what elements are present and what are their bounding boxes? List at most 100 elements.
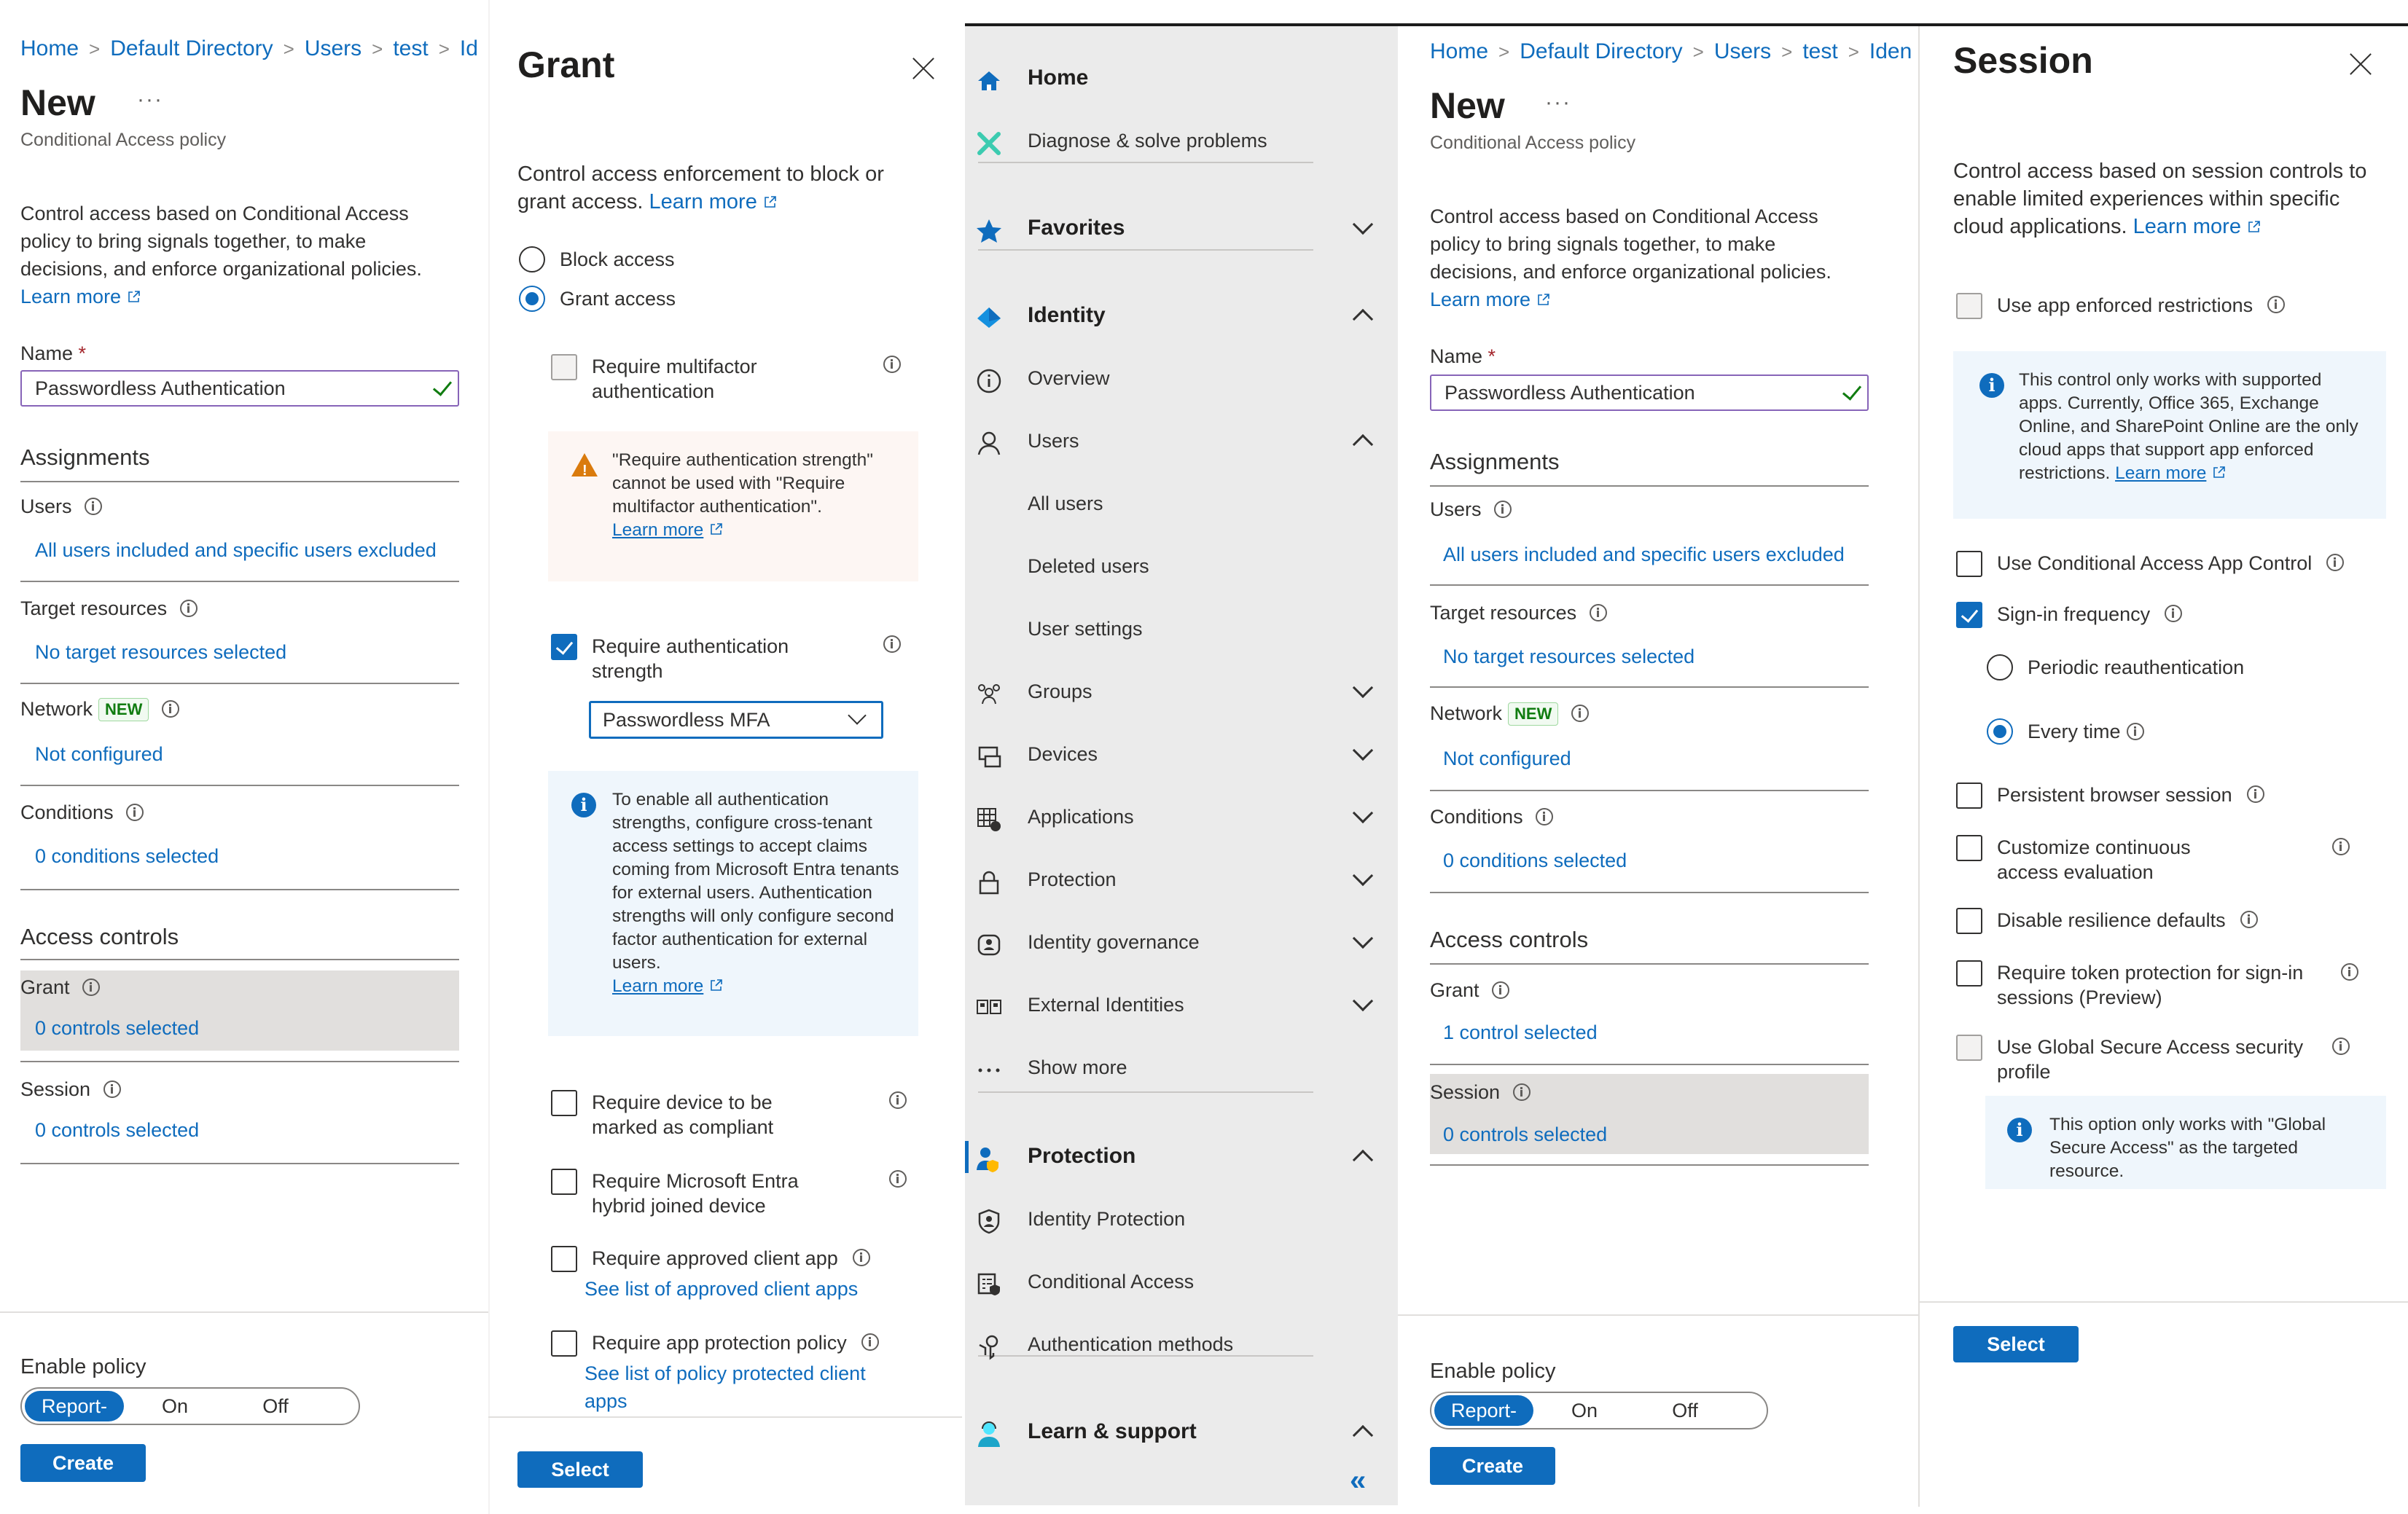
sidebar-item-protection[interactable]: Protection: [965, 854, 1398, 905]
breadcrumb-default-directory[interactable]: Default Directory: [110, 36, 273, 60]
checkbox-checked[interactable]: [551, 634, 577, 660]
more-options-button[interactable]: ···: [137, 87, 163, 112]
radio-every-time[interactable]: Every time: [1987, 718, 2144, 745]
toggle-report-only[interactable]: Report-only: [1434, 1395, 1533, 1452]
sidebar-item-show-more[interactable]: Show more: [965, 1042, 1398, 1093]
learn-more-link[interactable]: Learn more: [2133, 215, 2262, 238]
enable-policy-toggle[interactable]: Report-only On Off: [1430, 1392, 1768, 1452]
sidebar-item-user-settings[interactable]: User settings: [965, 603, 1398, 654]
toggle-on[interactable]: On: [124, 1391, 226, 1421]
more-options-button[interactable]: ···: [1545, 90, 1571, 115]
sidebar-item-devices[interactable]: Devices: [965, 729, 1398, 780]
chevron-up-icon[interactable]: [1352, 1149, 1374, 1171]
enable-policy-toggle[interactable]: Report-only On Off: [20, 1387, 360, 1448]
sidebar-item-diagnose-solve-problems[interactable]: Diagnose & solve problems: [965, 115, 1398, 166]
info-icon[interactable]: [1536, 808, 1554, 825]
radio-button-selected[interactable]: [1987, 718, 2013, 745]
info-icon[interactable]: [1589, 604, 1607, 621]
info-icon[interactable]: [2240, 911, 2258, 928]
checkbox[interactable]: [551, 1169, 577, 1195]
radio-block-access[interactable]: Block access: [519, 246, 675, 272]
conditions-value-link[interactable]: 0 conditions selected: [1443, 850, 1627, 872]
protected-apps-link[interactable]: See list of policy protected client apps: [585, 1360, 891, 1415]
checkbox[interactable]: [551, 1330, 577, 1357]
sidebar-item-identity-governance[interactable]: Identity governance: [965, 917, 1398, 968]
checkbox[interactable]: [1956, 1035, 1982, 1061]
breadcrumb-users[interactable]: Users: [305, 36, 361, 60]
info-icon[interactable]: [852, 1249, 870, 1266]
auth-strength-dropdown[interactable]: Passwordless MFA: [589, 701, 883, 739]
option-disable-resilience-defaults[interactable]: Disable resilience defaults: [1956, 908, 2258, 934]
collapse-sidebar-button[interactable]: «: [1350, 1464, 1366, 1497]
target-resources-value-link[interactable]: No target resources selected: [35, 641, 286, 664]
info-icon[interactable]: [1512, 1083, 1531, 1101]
info-icon[interactable]: [2332, 1038, 2350, 1055]
chevron-down-icon[interactable]: [1352, 927, 1374, 949]
checkbox[interactable]: [551, 354, 577, 380]
select-button[interactable]: Select: [1953, 1326, 2079, 1362]
learn-more-link[interactable]: Learn more: [20, 286, 141, 307]
option-require-compliant-device[interactable]: Require device to be marked as compliant: [551, 1090, 907, 1140]
info-icon[interactable]: [1571, 705, 1589, 722]
chevron-up-icon[interactable]: [1352, 1424, 1374, 1446]
chevron-down-icon[interactable]: [1352, 740, 1374, 761]
radio-button[interactable]: [519, 246, 545, 272]
breadcrumb-identity[interactable]: Iden: [1869, 39, 1912, 63]
info-icon[interactable]: [161, 700, 179, 718]
info-icon[interactable]: [889, 1091, 907, 1109]
name-input[interactable]: Passwordless Authentication: [1430, 374, 1869, 411]
info-icon[interactable]: [2332, 838, 2350, 855]
option-require-hybrid-joined[interactable]: Require Microsoft Entra hybrid joined de…: [551, 1169, 907, 1218]
sidebar-item-favorites[interactable]: Favorites: [965, 203, 1398, 254]
checkbox[interactable]: [551, 1090, 577, 1116]
option-require-app-protection[interactable]: Require app protection policy: [551, 1330, 879, 1357]
info-icon[interactable]: [82, 978, 101, 996]
sidebar-item-identity-protection[interactable]: Identity Protection: [965, 1193, 1398, 1244]
session-value-link[interactable]: 0 controls selected: [1443, 1123, 1607, 1146]
sidebar-item-authentication-methods[interactable]: Authentication methods: [965, 1319, 1398, 1370]
info-icon[interactable]: [126, 804, 144, 821]
info-icon[interactable]: [2246, 785, 2264, 803]
checkbox[interactable]: [1956, 783, 1982, 809]
breadcrumb-home[interactable]: Home: [20, 36, 79, 60]
app-enforced-learn-more-link[interactable]: Learn more: [2115, 463, 2227, 483]
sidebar-item-identity[interactable]: Identity: [965, 290, 1398, 341]
option-app-enforced-restrictions[interactable]: Use app enforced restrictions: [1956, 293, 2286, 319]
network-value-link[interactable]: Not configured: [1443, 748, 1571, 770]
radio-button[interactable]: [1987, 654, 2013, 680]
sidebar-item-conditional-access[interactable]: Conditional Access: [965, 1256, 1398, 1307]
sidebar-item-protection[interactable]: Protection: [965, 1131, 1398, 1182]
grant-value-link[interactable]: 1 control selected: [1443, 1021, 1598, 1044]
toggle-on[interactable]: On: [1533, 1395, 1635, 1426]
close-icon[interactable]: [911, 55, 936, 80]
info-icon[interactable]: [1492, 981, 1510, 999]
select-button[interactable]: Select: [517, 1451, 643, 1488]
sidebar-item-users[interactable]: Users: [965, 415, 1398, 466]
chevron-down-icon[interactable]: [1352, 990, 1374, 1012]
info-icon[interactable]: [2341, 963, 2358, 981]
approved-apps-link[interactable]: See list of approved client apps: [585, 1278, 858, 1301]
sidebar-item-deleted-users[interactable]: Deleted users: [965, 541, 1398, 592]
sidebar-item-home[interactable]: Home: [965, 52, 1398, 103]
sidebar-item-all-users[interactable]: All users: [965, 478, 1398, 529]
grant-value-link[interactable]: 0 controls selected: [35, 1017, 199, 1040]
checkbox[interactable]: [1956, 835, 1982, 861]
chevron-down-icon[interactable]: [1352, 213, 1374, 235]
radio-grant-access[interactable]: Grant access: [519, 286, 676, 312]
session-value-link[interactable]: 0 controls selected: [35, 1119, 199, 1142]
checkbox-checked[interactable]: [1956, 602, 1982, 628]
option-global-secure-access[interactable]: Use Global Secure Access security profil…: [1956, 1035, 2350, 1084]
info-icon[interactable]: [85, 498, 103, 515]
conditions-value-link[interactable]: 0 conditions selected: [35, 845, 219, 868]
close-icon[interactable]: [2348, 51, 2373, 76]
checkbox[interactable]: [1956, 551, 1982, 577]
sidebar-item-external-identities[interactable]: External Identities: [965, 979, 1398, 1030]
learn-more-link[interactable]: Learn more: [649, 190, 778, 213]
info-icon[interactable]: [2165, 605, 2183, 622]
checkbox[interactable]: [1956, 293, 1982, 319]
option-require-approved-app[interactable]: Require approved client app: [551, 1246, 870, 1272]
toggle-off[interactable]: Off: [1635, 1395, 1735, 1426]
create-button[interactable]: Create: [20, 1444, 146, 1482]
breadcrumb-identity[interactable]: Id: [460, 36, 478, 60]
sidebar-item-overview[interactable]: Overview: [965, 353, 1398, 404]
